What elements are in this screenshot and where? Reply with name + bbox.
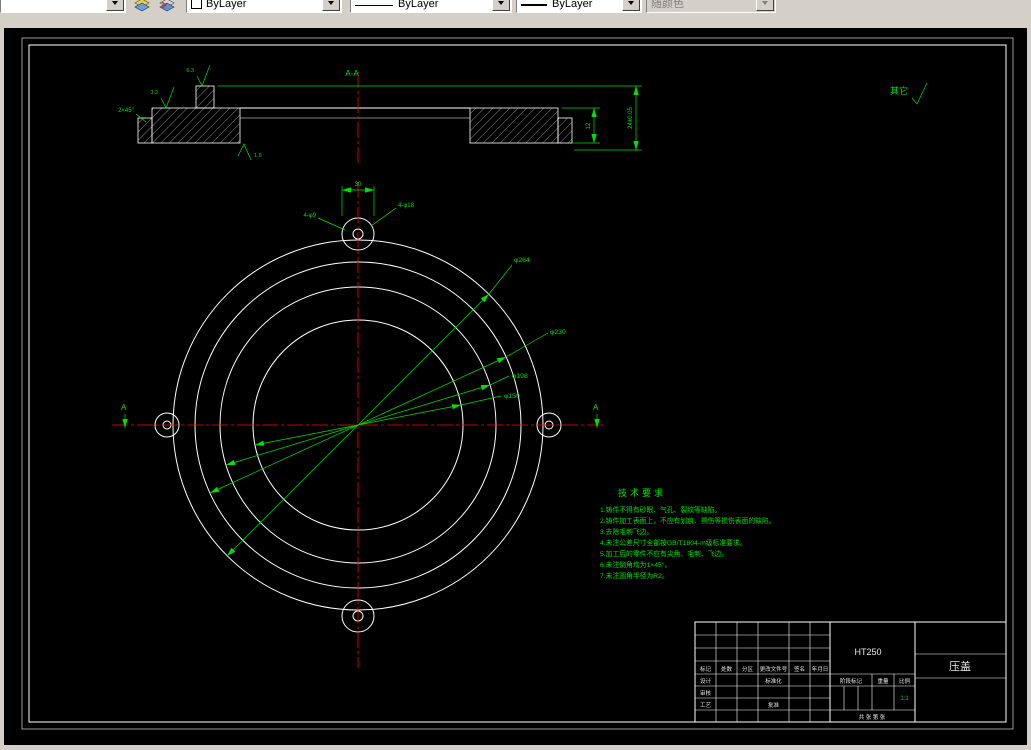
- chevron-down-icon[interactable]: [622, 0, 640, 11]
- chevron-down-icon: [756, 0, 774, 11]
- section-lug: [195, 85, 215, 109]
- front-view: 30 4-φ9 4-φ18 φ264 φ230 φ198 φ150 A A: [112, 182, 604, 668]
- linetype-combo[interactable]: ByLayer: [350, 0, 512, 13]
- tb-weight-label: 重量: [877, 677, 889, 685]
- chevron-down-icon[interactable]: [492, 0, 510, 11]
- tech-item: 3.去除毛刺飞边。: [600, 527, 653, 536]
- object-properties-toolbar: ByLayer ByLayer ByLayer 随颜色: [0, 0, 1031, 28]
- diameter-dim-150: φ150: [254, 393, 520, 446]
- svg-text:A: A: [593, 403, 599, 412]
- layer-properties-button[interactable]: [130, 0, 153, 14]
- svg-text:A: A: [121, 403, 127, 412]
- tb-header: 标记: [700, 665, 712, 673]
- svg-text:3.2: 3.2: [150, 90, 158, 96]
- other-surfaces-label: 其它: [890, 85, 908, 96]
- tb-design-label: 设计: [700, 677, 712, 685]
- svg-text:24±0.05: 24±0.05: [628, 107, 634, 129]
- section-label: A-A: [345, 69, 359, 78]
- linetype-combo-value: ByLayer: [398, 0, 439, 10]
- color-combo[interactable]: ByLayer: [186, 0, 342, 13]
- drawing-canvas[interactable]: A-A 2×45° 3.2 6.3 1.6 12 24±0.05 30 4-φ9…: [4, 28, 1027, 745]
- svg-text:1.6: 1.6: [254, 153, 262, 159]
- section-marker-right: A: [593, 403, 600, 428]
- tb-material: HT250: [854, 647, 881, 657]
- tb-header: 处数: [721, 665, 733, 673]
- tb-stage-label: 阶段标记: [840, 677, 863, 685]
- tb-audit-label: 审核: [700, 689, 712, 697]
- section-right-step: [557, 117, 573, 144]
- tech-item: 2.铸件加工表面上，不应有划痕、擦伤等损伤表面的缺陷。: [600, 516, 776, 525]
- plotstyle-combo: 随颜色: [646, 0, 776, 13]
- svg-text:4-φ18: 4-φ18: [398, 203, 415, 209]
- tb-sheet-label: 共 张 第 张: [859, 713, 886, 721]
- color-combo-value: ByLayer: [206, 0, 247, 10]
- tb-header: 更改文件号: [760, 665, 788, 673]
- layer-previous-button[interactable]: [155, 0, 178, 14]
- ear-hole-callout-left: 4-φ9: [303, 213, 346, 231]
- tb-header: 分区: [742, 665, 754, 673]
- color-swatch: [191, 0, 202, 9]
- layer-combo[interactable]: [0, 0, 126, 13]
- layer-previous-icon: [158, 0, 175, 12]
- section-right-flange: [469, 107, 559, 144]
- svg-text:φ230: φ230: [550, 329, 566, 336]
- roughness-check-icon: [911, 82, 928, 105]
- roughness-mark-2: 6.3: [186, 64, 211, 87]
- tb-standard-label: 标准化: [765, 677, 782, 685]
- diameter-dim-198: φ198: [225, 373, 528, 466]
- svg-text:6.3: 6.3: [186, 68, 194, 74]
- title-block: 标记 处数 分区 更改文件号 签名 年月日 设计 标准化 审核 工艺 批准 阶段…: [694, 621, 1007, 723]
- roughness-mark-3: 1.6: [237, 143, 262, 161]
- tb-part-name: 压盖: [949, 659, 971, 673]
- svg-text:4-φ9: 4-φ9: [303, 213, 316, 219]
- lineweight-sample: [521, 4, 547, 6]
- roughness-mark-1: 3.2: [150, 86, 175, 109]
- lineweight-combo-value: ByLayer: [552, 0, 593, 10]
- svg-text:φ150: φ150: [504, 393, 520, 400]
- layers-icon: [133, 0, 150, 12]
- surface-finish-note: 其它: [890, 82, 928, 105]
- svg-text:30: 30: [355, 182, 362, 188]
- section-left-flange: [151, 107, 241, 144]
- section-left-step: [137, 117, 153, 144]
- tech-requirements-title: 技术要求: [618, 487, 666, 498]
- tb-header: 签名: [794, 665, 805, 673]
- svg-text:φ264: φ264: [514, 257, 530, 264]
- linetype-sample: [355, 5, 393, 6]
- chevron-down-icon[interactable]: [106, 0, 124, 11]
- tech-item: 6.未注倒角均为1×45°。: [600, 560, 671, 569]
- svg-text:12: 12: [586, 122, 592, 129]
- svg-text:φ198: φ198: [512, 373, 528, 380]
- ear-hole-callout-right: 4-φ18: [370, 203, 415, 227]
- chevron-down-icon[interactable]: [322, 0, 340, 11]
- diameter-dim-230: φ230: [209, 329, 566, 494]
- tech-requirements: 技术要求 1.铸件不得有砂眼、气孔、裂纹等缺陷。 2.铸件加工表面上，不应有划痕…: [600, 487, 776, 580]
- chamfer-dim: 2×45°: [118, 108, 135, 114]
- diameter-dim-264: φ264: [226, 257, 530, 557]
- tech-item: 7.未注圆角半径为R2。: [600, 571, 669, 580]
- tb-process-label: 工艺: [700, 702, 712, 709]
- tb-scale-value: 1:1: [900, 696, 909, 702]
- tb-approve-label: 批准: [768, 701, 780, 709]
- tech-item: 1.铸件不得有砂眼、气孔、裂纹等缺陷。: [600, 505, 721, 514]
- tech-item: 4.未注公差尺寸全部按GB/T1804-m级标准要求。: [600, 538, 747, 547]
- tb-scale-label: 比例: [899, 677, 911, 685]
- tb-header: 年月日: [812, 665, 829, 673]
- tech-item: 5.加工后的零件不应有尖角、毛刺、飞边。: [600, 549, 728, 558]
- lineweight-combo[interactable]: ByLayer: [516, 0, 642, 13]
- section-marker-left: A: [121, 403, 128, 428]
- section-view: A-A 2×45° 3.2 6.3 1.6 12 24±0.05: [118, 64, 642, 164]
- plotstyle-combo-value: 随颜色: [651, 0, 684, 10]
